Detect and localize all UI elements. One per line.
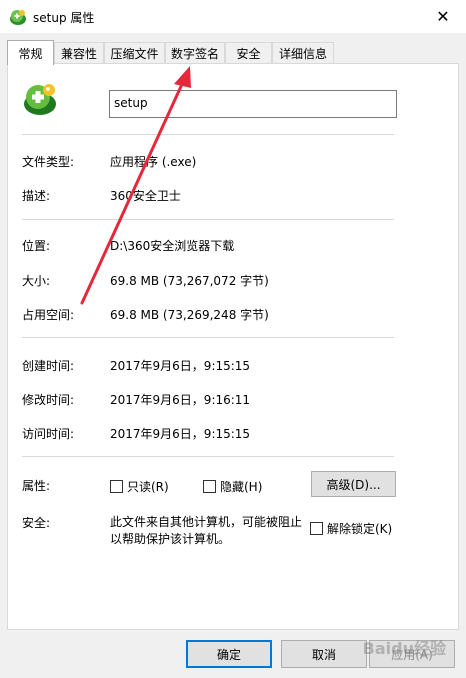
advanced-button[interactable]: 高级(D)... xyxy=(311,471,396,497)
cancel-button[interactable]: 取消 xyxy=(281,640,367,668)
accessed-label: 访问时间: xyxy=(22,427,75,441)
unblock-checkbox[interactable]: 解除锁定(K) xyxy=(310,520,392,537)
360-safeguard-icon xyxy=(24,84,56,115)
360-safeguard-icon xyxy=(10,10,26,25)
unblock-label: 解除锁定(K) xyxy=(327,522,393,536)
size-label: 大小: xyxy=(22,274,51,288)
hidden-checkbox[interactable]: 隐藏(H) xyxy=(203,478,262,495)
tab-archive[interactable]: 压缩文件 xyxy=(104,42,165,64)
location-label: 位置: xyxy=(22,239,51,253)
tab-compatibility[interactable]: 兼容性 xyxy=(54,42,104,64)
watermark: Baidu经验 xyxy=(362,639,446,658)
created-label: 创建时间: xyxy=(22,359,75,373)
readonly-label: 只读(R) xyxy=(127,480,169,494)
description-label: 描述: xyxy=(22,189,51,203)
file-name-field[interactable]: setup xyxy=(109,90,397,118)
size-on-disk-label: 占用空间: xyxy=(22,308,75,322)
checkbox-box[interactable] xyxy=(203,480,216,493)
close-icon: ✕ xyxy=(436,7,450,26)
security-label: 安全: xyxy=(22,516,51,530)
readonly-checkbox[interactable]: 只读(R) xyxy=(110,478,169,495)
close-button[interactable]: ✕ xyxy=(420,0,466,33)
divider xyxy=(22,134,394,135)
location-value: D:\360安全浏览器下载 xyxy=(110,239,235,253)
size-value: 69.8 MB (73,267,072 字节) xyxy=(110,274,269,288)
title-bar: setup 属性 ✕ xyxy=(0,0,466,33)
checkbox-box[interactable] xyxy=(310,522,323,535)
general-panel: setup 文件类型: 应用程序 (.exe) 描述: 360安全卫士 位置: … xyxy=(7,63,459,630)
file-type-value: 应用程序 (.exe) xyxy=(110,155,197,169)
size-on-disk-value: 69.8 MB (73,269,248 字节) xyxy=(110,308,269,322)
divider xyxy=(22,456,394,457)
modified-label: 修改时间: xyxy=(22,393,75,407)
window-title: setup 属性 xyxy=(33,11,95,25)
checkbox-box[interactable] xyxy=(110,480,123,493)
attributes-label: 属性: xyxy=(22,479,51,493)
file-type-label: 文件类型: xyxy=(22,155,75,169)
hidden-label: 隐藏(H) xyxy=(220,480,263,494)
tab-details[interactable]: 详细信息 xyxy=(272,42,334,64)
tab-digital-signature[interactable]: 数字签名 xyxy=(165,42,225,64)
accessed-value: 2017年9月6日，9:15:15 xyxy=(110,427,251,441)
ok-button[interactable]: 确定 xyxy=(186,640,272,668)
created-value: 2017年9月6日，9:15:15 xyxy=(110,359,251,373)
description-value: 360安全卫士 xyxy=(110,189,181,203)
divider xyxy=(22,219,394,220)
divider xyxy=(22,337,394,338)
security-message: 此文件来自其他计算机，可能被阻止以帮助保护该计算机。 xyxy=(110,515,303,546)
tab-general[interactable]: 常规 xyxy=(7,40,54,65)
modified-value: 2017年9月6日，9:16:11 xyxy=(110,393,251,407)
tab-security[interactable]: 安全 xyxy=(225,42,272,64)
